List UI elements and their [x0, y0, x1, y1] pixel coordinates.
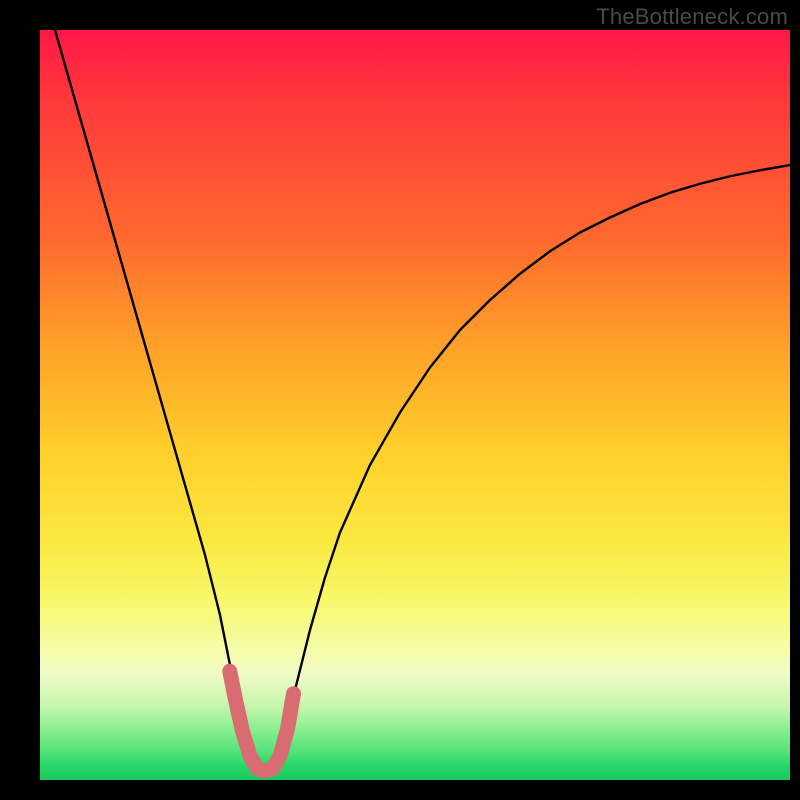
- bottleneck-curve: [55, 30, 790, 773]
- watermark-text: TheBottleneck.com: [596, 4, 788, 30]
- bottleneck-highlight: [230, 671, 294, 771]
- curve-layer: [40, 30, 790, 780]
- chart-frame: TheBottleneck.com: [0, 0, 800, 800]
